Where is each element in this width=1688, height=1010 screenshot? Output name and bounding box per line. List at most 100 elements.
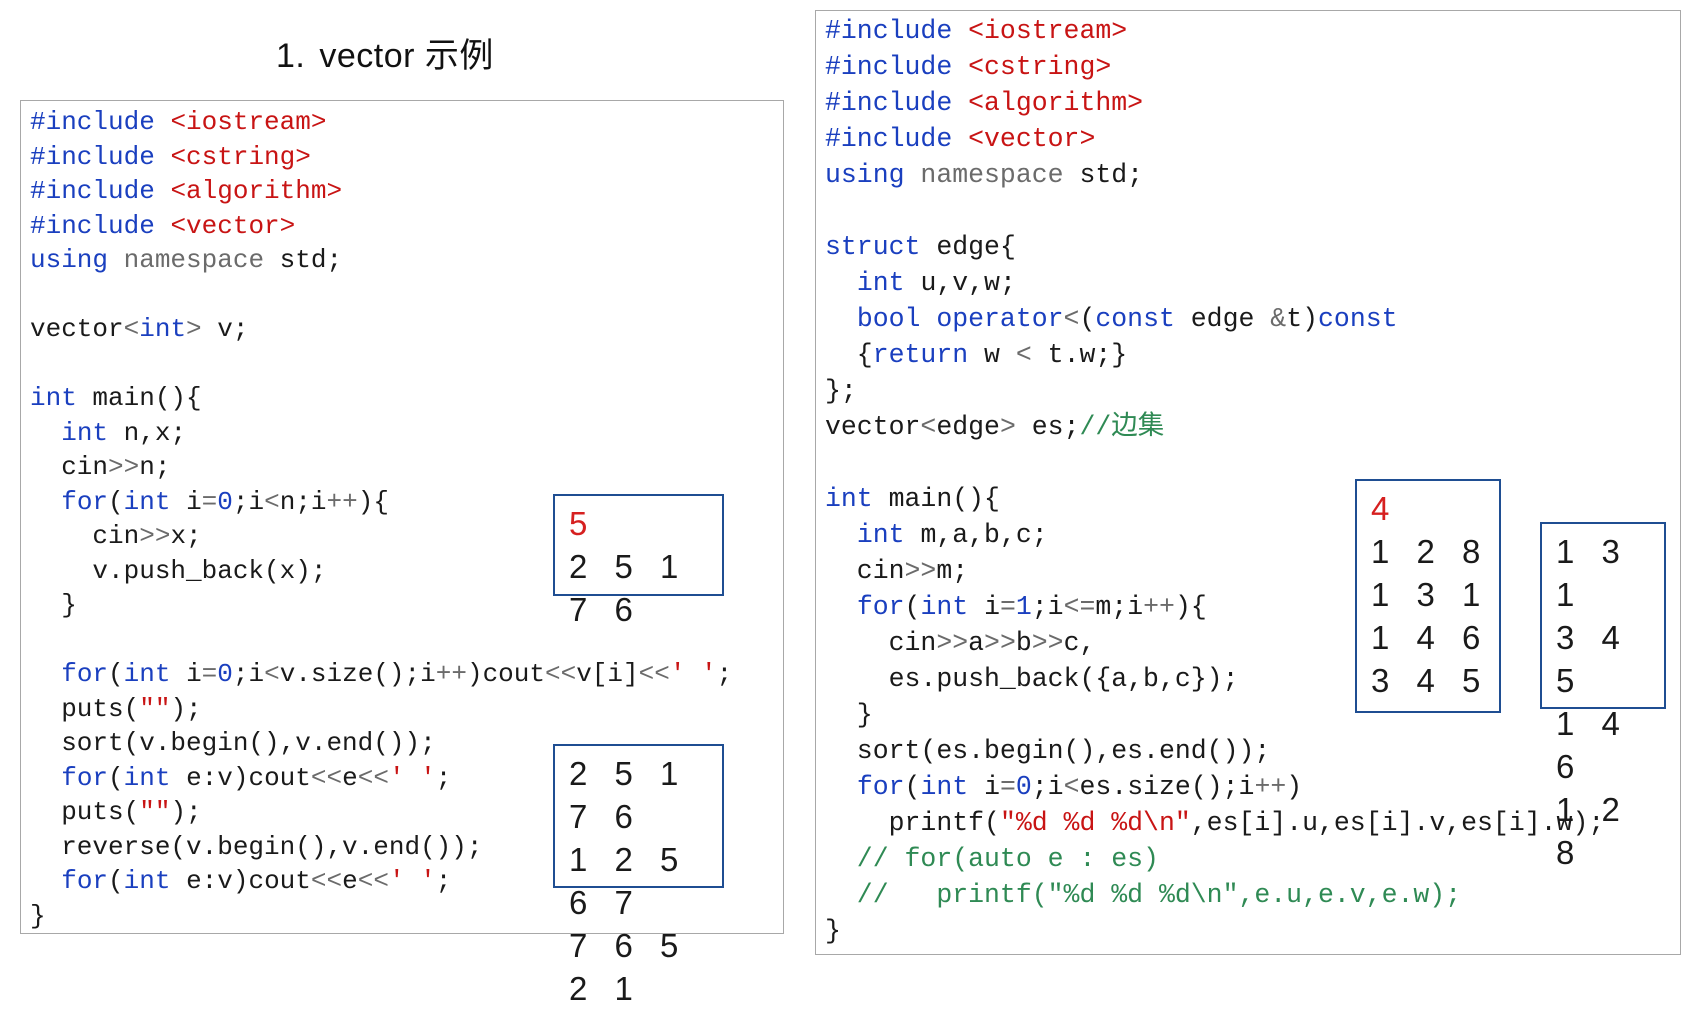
input-line: 3 4 5 [1371, 662, 1490, 699]
code-token: ; [435, 762, 452, 793]
code-token: #include [30, 176, 171, 206]
code-token: // for(auto e : es) [825, 844, 1159, 874]
code-token: int [123, 866, 187, 896]
code-token: w [984, 340, 1016, 370]
code-token: n,x; [123, 417, 187, 448]
code-token: ; [716, 659, 733, 689]
code-token: ) [1286, 772, 1303, 802]
code-line: vector<int> v; [30, 312, 732, 347]
code-token: << [544, 659, 577, 689]
code-token: sort(v.begin(),v.end()); [30, 728, 436, 758]
code-token: bool operator [856, 304, 1064, 334]
code-token: { [825, 340, 873, 370]
code-token: v.push_back(x); [30, 555, 327, 586]
code-token: int [920, 592, 985, 622]
code-token: )cout [466, 659, 545, 689]
code-token: int [825, 484, 889, 514]
code-line: } [825, 913, 1604, 949]
code-token: & [1270, 304, 1287, 334]
code-token: e:v)cout [186, 866, 311, 896]
code-token: for [61, 866, 109, 896]
code-token: m; [936, 556, 969, 586]
code-token: ++ [435, 659, 467, 689]
code-token: namespace [920, 160, 1080, 190]
code-token: m,a,b,c; [920, 520, 1048, 550]
code-token: >> [936, 628, 969, 658]
code-token: > [186, 314, 218, 344]
code-line: #include <iostream> [30, 105, 732, 140]
code-line: vector<edge> es;//边集 [825, 409, 1604, 445]
output-line: 2 5 1 7 6 [569, 755, 688, 835]
code-token: ++ [326, 486, 358, 517]
code-token: <algorithm> [170, 176, 343, 206]
code-token: < [264, 486, 280, 517]
code-token: x; [170, 521, 202, 551]
code-token: ){ [357, 486, 389, 517]
code-token: #include [30, 210, 171, 241]
code-token: ); [170, 797, 202, 827]
code-token: main(){ [888, 484, 1000, 514]
sample-input-box: 5 2 5 1 7 6 [553, 494, 724, 628]
code-token: ++ [1143, 592, 1175, 622]
code-line: }; [825, 373, 1604, 409]
code-token: for [61, 659, 109, 689]
output-line: 1 4 6 [1556, 705, 1629, 785]
code-token: 0 [1015, 772, 1032, 802]
code-token: ' ' [669, 659, 717, 689]
code-token: n; [139, 452, 171, 482]
code-token: i [186, 659, 202, 689]
code-token: const [1318, 304, 1398, 334]
code-token: edge [936, 412, 1000, 442]
code-token: << [357, 866, 389, 896]
code-token: "" [139, 693, 171, 724]
code-token: namespace [123, 245, 280, 275]
code-token: int [123, 762, 187, 793]
code-token: ( [904, 772, 921, 802]
code-token: using [825, 160, 921, 190]
code-token: >> [1031, 628, 1064, 658]
code-panel-vector-edge: #include <iostream> #include <cstring> #in… [815, 10, 1681, 955]
code-line: int u,v,w; [825, 265, 1604, 301]
code-token: v.size();i [279, 659, 436, 689]
code-token: c, [1063, 628, 1096, 658]
code-token: cin [30, 521, 140, 551]
code-token: = [999, 592, 1016, 622]
code-token: ;i [1031, 772, 1064, 802]
code-line: puts(""); [30, 692, 732, 727]
code-token: "" [139, 797, 171, 827]
code-token: ;i [1031, 592, 1064, 622]
code-line: sort(es.begin(),es.end()); [825, 733, 1604, 769]
code-token: e [342, 866, 358, 896]
input-line: 1 3 1 [1371, 576, 1490, 613]
code-token: ( [108, 762, 124, 793]
code-token: int [856, 268, 921, 298]
code-token: > [999, 412, 1032, 442]
code-token: edge{ [936, 232, 1016, 262]
code-token: ( [108, 659, 124, 689]
code-token: < [123, 314, 140, 344]
code-token: int [856, 520, 921, 550]
code-token: #include [30, 107, 171, 137]
code-token: = [999, 772, 1016, 802]
title-text: vector 示例 [319, 37, 494, 75]
code-token: ' ' [388, 762, 436, 793]
code-token: >> [108, 452, 140, 482]
code-token: }; [825, 376, 857, 406]
output-line: 3 4 5 [1556, 619, 1629, 699]
code-token: // printf("%d %d %d\n",e.u,e.v,e.w); [825, 880, 1462, 910]
code-token: es; [1031, 412, 1080, 442]
code-token: using [30, 245, 124, 275]
code-line: #include <vector> [30, 209, 732, 244]
code-token: ' ' [388, 866, 436, 896]
code-token: n;i [279, 486, 327, 517]
code-line: #include <cstring> [825, 49, 1604, 85]
code-token: int [139, 314, 187, 344]
